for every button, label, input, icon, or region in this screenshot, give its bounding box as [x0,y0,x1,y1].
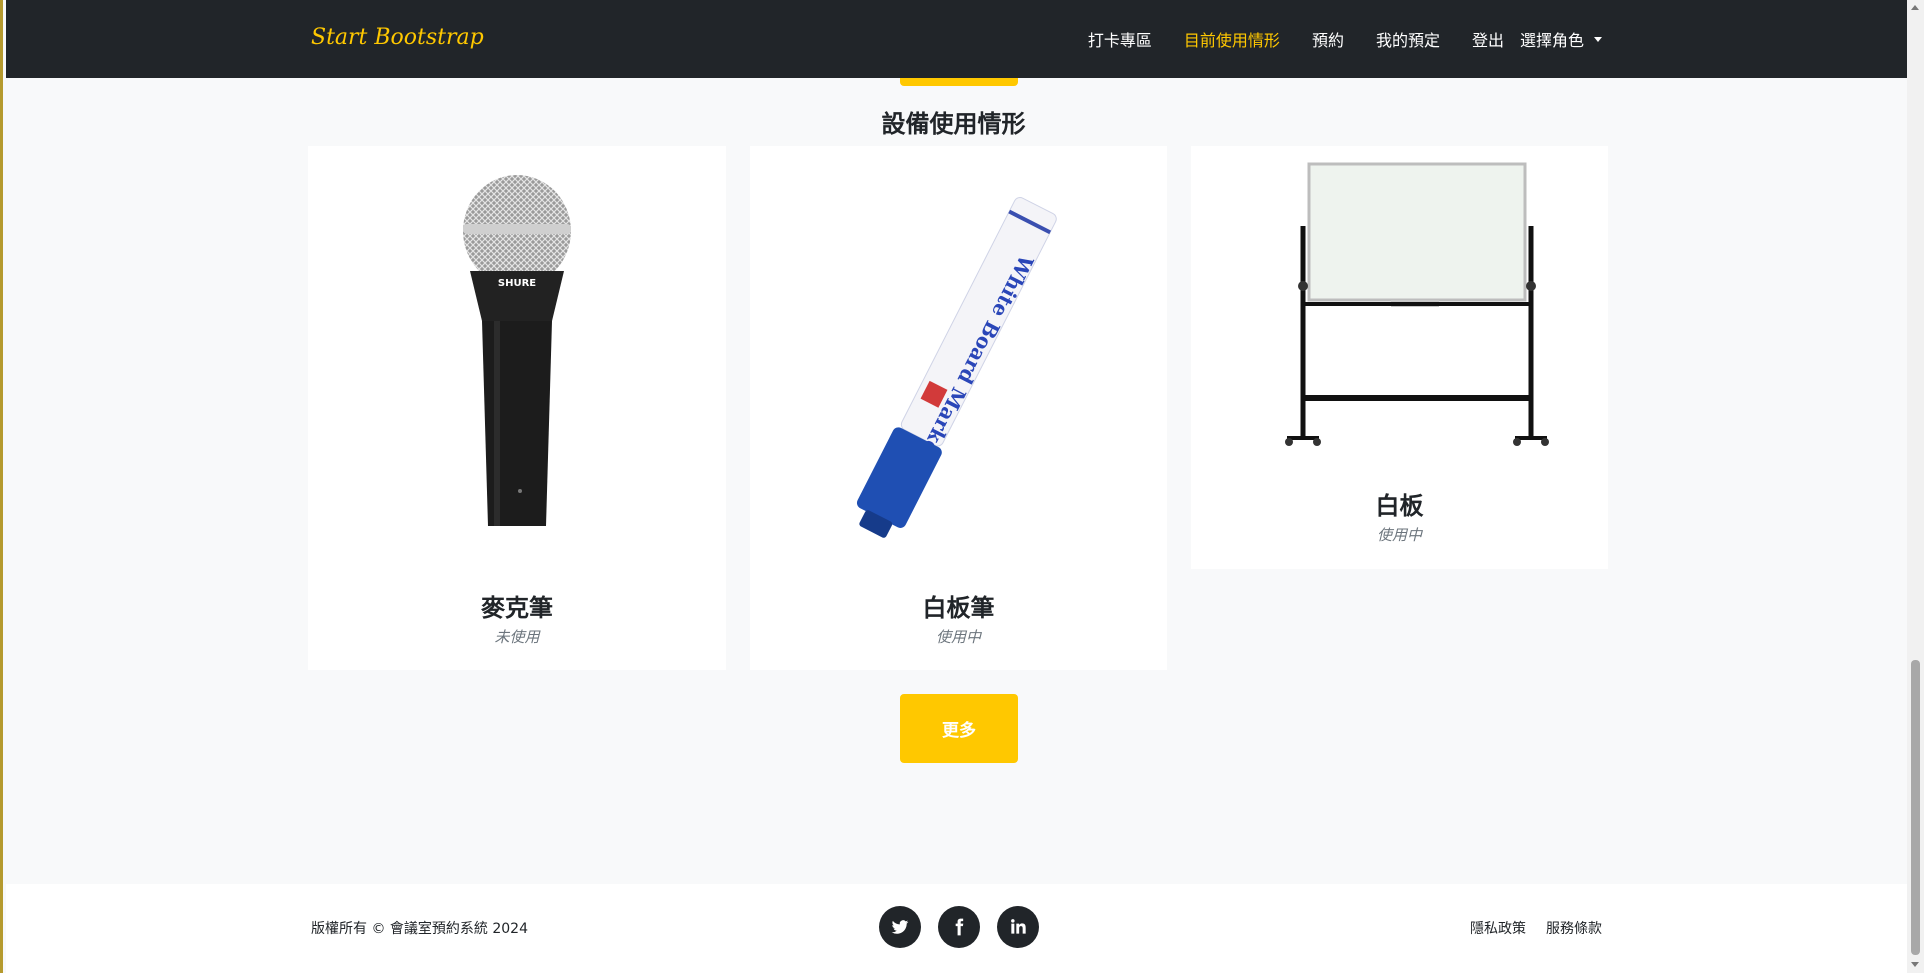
card-status: 使用中 [935,628,981,646]
more-button[interactable]: 更多 [900,694,1018,763]
role-dropdown-label: 選擇角色 [1519,31,1584,50]
equipment-card: 白板 使用中 [1191,146,1608,569]
vertical-scrollbar[interactable] [1907,0,1924,973]
linkedin-icon[interactable] [997,906,1039,948]
nav-link-reserve[interactable]: 預約 [1312,27,1344,51]
nav-link-logout[interactable]: 登出 [1472,27,1504,51]
card-title: 白板筆 [922,594,995,622]
equipment-card: SHURE 麥克筆 未使用 [308,146,726,670]
card-title: 麥克筆 [481,594,553,622]
nav-link-checkin[interactable]: 打卡專區 [1088,27,1152,51]
section-title: 設備使用情形 [881,110,1026,138]
nav-link-my-reservations[interactable]: 我的預定 [1376,27,1440,51]
nav-links: 打卡專區 目前使用情形 預約 我的預定 登出 選擇角色 [1056,0,1602,78]
card-status: 未使用 [494,628,540,646]
brand-logo[interactable]: Start Bootstrap [311,25,484,50]
footer-links: 隱私政策 服務條款 [1450,918,1602,938]
copyright-text: 版權所有 © 會議室預約系統 2024 [311,921,528,937]
role-dropdown[interactable]: 選擇角色 [1520,27,1602,51]
scroll-down-icon[interactable] [1911,962,1919,967]
twitter-icon[interactable] [879,906,921,948]
caret-down-icon [1594,36,1602,42]
scrollbar-thumb[interactable] [1911,660,1920,955]
equipment-card: White Board Marker 白板筆 使用中 [750,146,1167,670]
svg-text:SHURE: SHURE [498,278,536,289]
whiteboard-marker-image: White Board Marker [750,146,1167,566]
privacy-policy-link[interactable]: 隱私政策 [1470,918,1526,938]
previous-button-edge[interactable] [900,78,1018,86]
facebook-icon[interactable] [938,906,980,948]
card-title: 白板 [1375,492,1424,520]
whiteboard-image [1191,146,1608,466]
nav-link-current-usage[interactable]: 目前使用情形 [1184,27,1280,51]
card-status: 使用中 [1376,526,1422,544]
navbar: Start Bootstrap 打卡專區 目前使用情形 預約 我的預定 登出 選… [6,0,1910,78]
footer: 版權所有 © 會議室預約系統 2024 隱私政策 服務條款 [6,884,1910,973]
social-links [879,906,1056,948]
microphone-image: SHURE [308,146,726,566]
terms-of-service-link[interactable]: 服務條款 [1546,918,1602,938]
scroll-up-icon[interactable] [1911,5,1919,10]
